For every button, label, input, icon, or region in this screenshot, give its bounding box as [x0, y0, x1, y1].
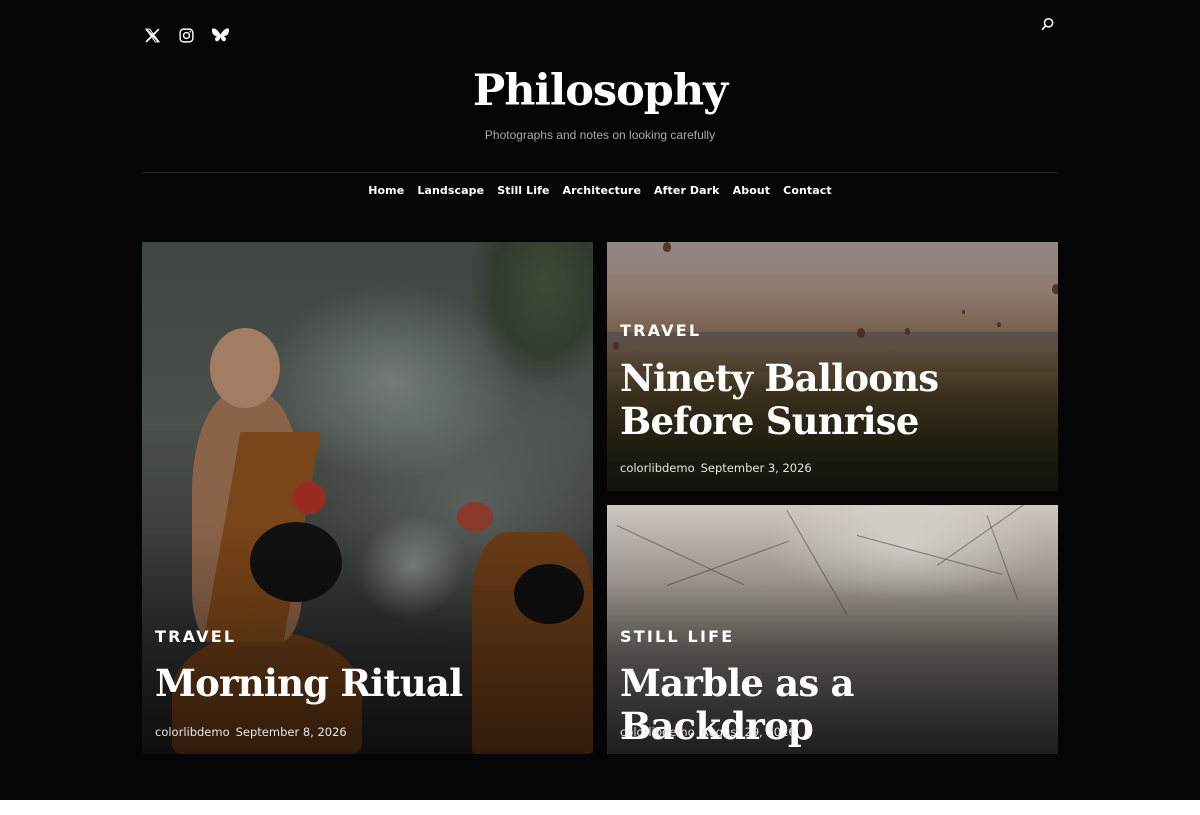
nav-item-still-life[interactable]: Still Life — [497, 184, 549, 197]
header-divider — [142, 172, 1058, 173]
post-date[interactable]: August 29, 2026 — [701, 725, 796, 739]
nav-item-about[interactable]: About — [733, 184, 771, 197]
site-tagline: Photographs and notes on looking careful… — [484, 128, 716, 142]
search-icon[interactable] — [1038, 14, 1058, 34]
post-card-marble-backdrop[interactable]: STILL LIFE Marble as a Backdrop colorlib… — [607, 505, 1058, 754]
nav-item-architecture[interactable]: Architecture — [563, 184, 641, 197]
nav-item-landscape[interactable]: Landscape — [417, 184, 484, 197]
post-title[interactable]: Ninety Balloons Before Sunrise — [620, 357, 1040, 443]
post-category[interactable]: STILL LIFE — [620, 627, 734, 646]
post-meta: colorlibdemo September 3, 2026 — [620, 461, 812, 475]
post-date[interactable]: September 8, 2026 — [236, 725, 347, 739]
main-nav: Home Landscape Still Life Architecture A… — [0, 184, 1200, 197]
nav-item-contact[interactable]: Contact — [783, 184, 832, 197]
post-category[interactable]: TRAVEL — [155, 627, 236, 646]
site-title[interactable]: Philosophy — [0, 66, 1200, 116]
post-meta: colorlibdemo September 8, 2026 — [155, 725, 347, 739]
post-author[interactable]: colorlibdemo — [620, 461, 695, 475]
post-title[interactable]: Morning Ritual — [155, 662, 463, 705]
page: Philosophy Photographs and notes on look… — [0, 0, 1200, 800]
post-author[interactable]: colorlibdemo — [620, 725, 695, 739]
post-date[interactable]: September 3, 2026 — [701, 461, 812, 475]
bluesky-icon[interactable] — [210, 25, 230, 45]
nav-item-after-dark[interactable]: After Dark — [654, 184, 720, 197]
post-category[interactable]: TRAVEL — [620, 321, 701, 340]
instagram-icon[interactable] — [176, 25, 196, 45]
post-author[interactable]: colorlibdemo — [155, 725, 230, 739]
post-card-ninety-balloons[interactable]: TRAVEL Ninety Balloons Before Sunrise co… — [607, 242, 1058, 491]
post-meta: colorlibdemo August 29, 2026 — [620, 725, 796, 739]
social-links — [142, 25, 230, 45]
nav-item-home[interactable]: Home — [368, 184, 404, 197]
x-icon[interactable] — [142, 25, 162, 45]
post-card-morning-ritual[interactable]: TRAVEL Morning Ritual colorlibdemo Septe… — [142, 242, 593, 754]
